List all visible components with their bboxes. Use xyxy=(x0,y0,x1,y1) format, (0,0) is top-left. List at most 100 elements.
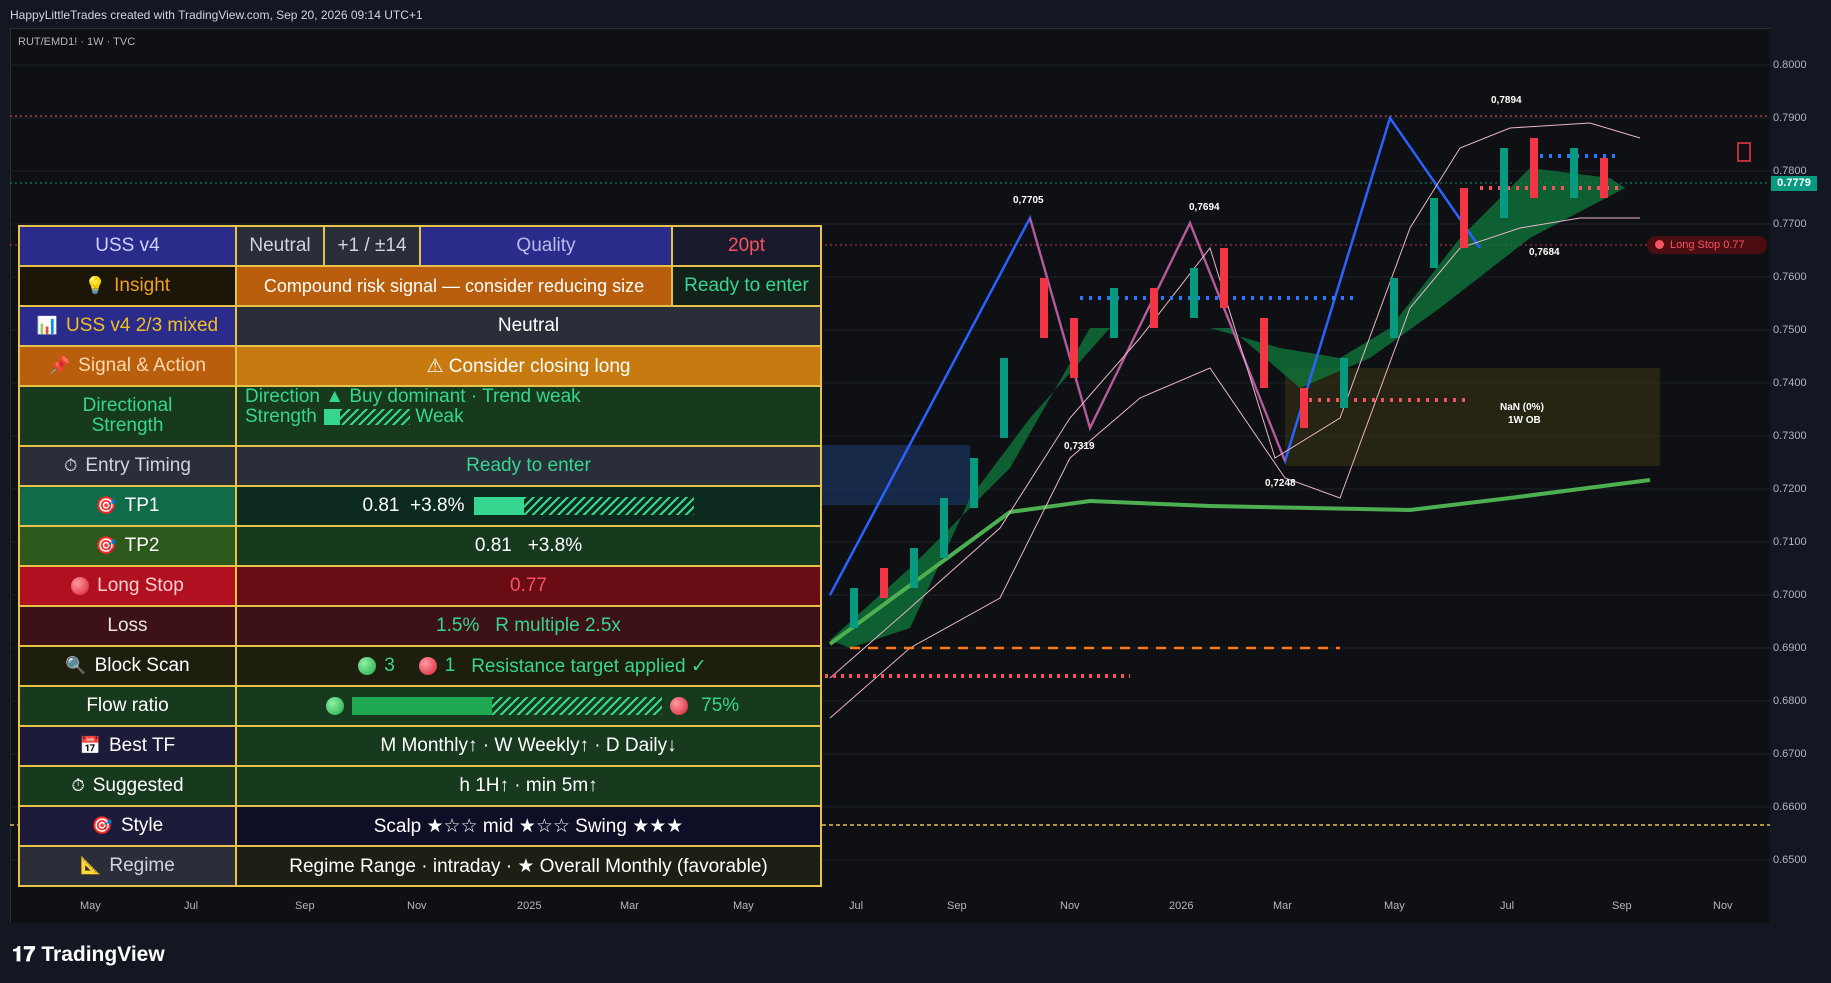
uss-info-table: USS v4 Neutral +1 / ±14 Quality 20pt 💡 In… xyxy=(18,225,822,887)
entry-label: ⏱ Entry Timing xyxy=(20,447,237,485)
regime-label: 📐 Regime xyxy=(20,847,237,885)
price-tick: 0.6600 xyxy=(1773,801,1807,813)
direction-values: Direction ▲ Buy dominant · Trend weak St… xyxy=(237,387,820,445)
points-value: 20pt xyxy=(673,227,820,265)
table-row-style: 🎯 Style Scalp ★☆☆ mid ★☆☆ Swing ★★★ xyxy=(20,807,820,847)
strength-bar xyxy=(324,408,411,425)
table-row-regime: 📐 Regime Regime Range · intraday · ★ Over… xyxy=(20,847,820,887)
swing-label: 0,7694 xyxy=(1189,202,1220,213)
red-dot-icon xyxy=(669,697,688,715)
price-tick: 0.7300 xyxy=(1773,430,1807,442)
stop-label: Long Stop xyxy=(20,567,237,605)
magnifier-icon: 🔍 xyxy=(65,656,87,675)
insight-label: 💡 Insight xyxy=(20,267,237,305)
tp1-progress-bar xyxy=(474,497,695,515)
time-tick: Mar xyxy=(620,900,639,912)
long-stop-badge: Long Stop 0.77 xyxy=(1647,236,1767,254)
stop-dot-icon xyxy=(71,577,90,595)
time-tick: May xyxy=(80,900,101,912)
table-row-insight: 💡 Insight Compound risk signal — consider… xyxy=(20,267,820,307)
table-row-stop: Long Stop 0.77 xyxy=(20,567,820,607)
price-tick: 0.7500 xyxy=(1773,324,1807,336)
brand-label: TradingView xyxy=(41,943,165,966)
flow-value: 75% xyxy=(237,687,820,725)
price-tick: 0.6800 xyxy=(1773,695,1807,707)
time-tick: Jul xyxy=(1500,900,1515,912)
price-tick: 0.7600 xyxy=(1773,271,1807,283)
score-value: +1 / ±14 xyxy=(325,227,421,265)
price-tick: 0.7400 xyxy=(1773,377,1807,389)
table-row-tp2: 🎯 TP2 0.81 +3.8% xyxy=(20,527,820,567)
red-dot-icon xyxy=(418,657,437,675)
summary-value: Neutral xyxy=(237,307,820,345)
price-tick: 0.7900 xyxy=(1773,112,1807,124)
tp2-value: 0.81 +3.8% xyxy=(237,527,820,565)
suggested-label: ⏱ Suggested xyxy=(20,767,237,805)
swing-label: 0,7319 xyxy=(1064,441,1095,452)
target-icon: 🎯 xyxy=(95,496,117,515)
insight-message: Compound risk signal — consider reducing… xyxy=(237,267,673,305)
signal-action: ⚠ Consider closing long xyxy=(237,347,820,385)
entry-value: Ready to enter xyxy=(237,447,820,485)
tradingview-logo[interactable]: 𝟏𝟕 TradingView xyxy=(12,943,165,967)
swing-label: 0,7705 xyxy=(1013,195,1044,206)
table-row-suggested: ⏱ Suggested h 1H↑ · min 5m↑ xyxy=(20,767,820,807)
table-row-entry: ⏱ Entry Timing Ready to enter xyxy=(20,447,820,487)
stop-value: 0.77 xyxy=(237,567,820,605)
pin-icon: 📌 xyxy=(49,356,71,375)
swing-label: 0,7684 xyxy=(1529,247,1560,258)
blockscan-label: 🔍 Block Scan xyxy=(20,647,237,685)
green-dot-icon xyxy=(358,657,377,675)
symbol-label: RUT/EMD1! · 1W · TVC xyxy=(18,36,136,48)
time-tick: Jul xyxy=(849,900,864,912)
table-row-loss: Loss 1.5% R multiple 2.5x xyxy=(20,607,820,647)
flow-ratio-bar xyxy=(351,697,662,715)
time-tick: Sep xyxy=(947,900,967,912)
swing-label: 0,7894 xyxy=(1491,95,1522,106)
stop-dot-icon xyxy=(1655,240,1664,249)
time-tick: Sep xyxy=(295,900,315,912)
price-axis[interactable] xyxy=(1770,28,1831,923)
style-label: 🎯 Style xyxy=(20,807,237,845)
price-tick: 0.7200 xyxy=(1773,483,1807,495)
table-row-signal: 📌 Signal & Action ⚠ Consider closing long xyxy=(20,347,820,387)
besttf-label: 📅 Best TF xyxy=(20,727,237,765)
stopwatch-icon: ⏱ xyxy=(64,456,78,475)
time-tick: Sep xyxy=(1612,900,1632,912)
bias-value: Neutral xyxy=(237,227,325,265)
indicator-name: USS v4 xyxy=(20,227,237,265)
table-row-flow: Flow ratio 75% xyxy=(20,687,820,727)
order-block-label: NaN (0%) xyxy=(1500,402,1544,413)
chart-title: HappyLittleTrades created with TradingVi… xyxy=(10,8,423,22)
time-tick: 2026 xyxy=(1169,900,1194,912)
calendar-icon: 📅 xyxy=(79,736,101,755)
flow-label: Flow ratio xyxy=(20,687,237,725)
quality-label: Quality xyxy=(421,227,673,265)
table-row-tp1: 🎯 TP1 0.81 +3.8% xyxy=(20,487,820,527)
price-tick: 0.7100 xyxy=(1773,536,1807,548)
style-value: Scalp ★☆☆ mid ★☆☆ Swing ★★★ xyxy=(237,807,820,845)
time-tick: Nov xyxy=(1713,900,1733,912)
table-row-direction: Directional Strength Direction ▲ Buy domi… xyxy=(20,387,820,447)
tp1-value: 0.81 +3.8% xyxy=(237,487,820,525)
target-icon: 🎯 xyxy=(91,816,113,835)
tp1-label: 🎯 TP1 xyxy=(20,487,237,525)
suggested-value: h 1H↑ · min 5m↑ xyxy=(237,767,820,805)
tp2-label: 🎯 TP2 xyxy=(20,527,237,565)
besttf-value: M Monthly↑ · W Weekly↑ · D Daily↓ xyxy=(237,727,820,765)
order-block-label: 1W OB xyxy=(1508,415,1541,426)
summary-label: 📊 USS v4 2/3 mixed xyxy=(20,307,237,345)
regime-value: Regime Range · intraday · ★ Overall Mont… xyxy=(237,847,820,885)
time-tick: Jul xyxy=(184,900,199,912)
time-tick: Mar xyxy=(1273,900,1292,912)
lightbulb-icon: 💡 xyxy=(84,276,107,295)
triangle-ruler-icon: 📐 xyxy=(80,856,102,875)
top-bar: HappyLittleTrades created with TradingVi… xyxy=(0,0,1831,28)
price-tick: 0.6700 xyxy=(1773,748,1807,760)
table-row-header: USS v4 Neutral +1 / ±14 Quality 20pt xyxy=(20,227,820,267)
loss-value: 1.5% R multiple 2.5x xyxy=(237,607,820,645)
price-tick: 0.7000 xyxy=(1773,589,1807,601)
stopwatch-icon: ⏱ xyxy=(71,776,85,795)
price-tick: 0.6500 xyxy=(1773,854,1807,866)
price-tick: 0.8000 xyxy=(1773,59,1807,71)
